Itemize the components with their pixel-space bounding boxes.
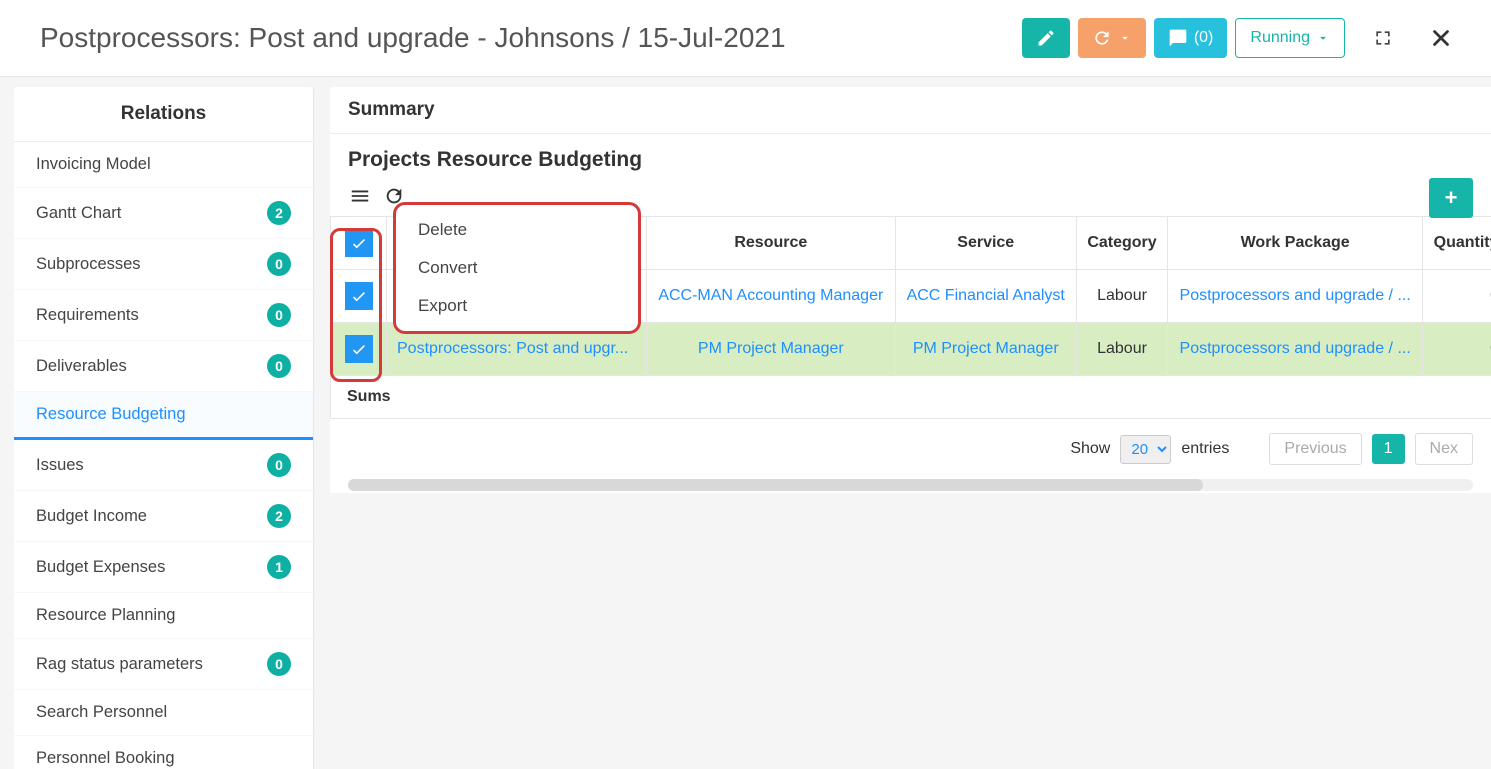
context-item-export[interactable]: Export (396, 287, 638, 325)
badge: 0 (267, 453, 291, 477)
check-icon (350, 234, 368, 252)
cell-work_package[interactable]: Postprocessors and upgrade / ... (1168, 323, 1423, 376)
col-service[interactable]: Service (895, 217, 1076, 270)
edit-button[interactable] (1022, 18, 1070, 58)
hamburger-icon (349, 185, 371, 207)
top-bar: Postprocessors: Post and upgrade - Johns… (0, 0, 1491, 77)
fullscreen-icon (1373, 28, 1393, 48)
comment-icon (1168, 28, 1188, 48)
cell-category: Labour (1076, 270, 1167, 323)
sidebar-item-label: Resource Budgeting (36, 405, 186, 424)
sidebar-item-label: Invoicing Model (36, 155, 151, 174)
sidebar-item-requirements[interactable]: Requirements 0 (14, 290, 313, 341)
sidebar-item-label: Search Personnel (36, 703, 167, 722)
page-title: Postprocessors: Post and upgrade - Johns… (40, 22, 1014, 54)
sidebar-item-label: Requirements (36, 306, 139, 325)
sidebar-item-rag-status-parameters[interactable]: Rag status parameters 0 (14, 639, 313, 690)
badge: 0 (267, 303, 291, 327)
page-size-select[interactable]: 20 (1120, 435, 1171, 464)
sidebar-item-issues[interactable]: Issues 0 (14, 440, 313, 491)
comments-button[interactable]: (0) (1154, 18, 1228, 58)
cell-service[interactable]: ACC Financial Analyst (895, 270, 1076, 323)
sidebar-item-label: Subprocesses (36, 255, 141, 274)
pager: Show 20 entries Previous 1 Nex (330, 419, 1491, 479)
close-icon (1428, 25, 1454, 51)
main-panel: Summary Projects Resource Budgeting + (314, 77, 1491, 769)
context-item-delete[interactable]: Delete (396, 211, 638, 249)
row-checkbox[interactable] (345, 335, 373, 363)
menu-button[interactable] (348, 184, 372, 208)
section-title: Projects Resource Budgeting (330, 134, 1491, 182)
add-button[interactable]: + (1429, 178, 1473, 218)
cell-category: Labour (1076, 323, 1167, 376)
badge: 2 (267, 201, 291, 225)
sidebar-item-label: Personnel Booking (36, 749, 175, 768)
row-checkbox[interactable] (345, 282, 373, 310)
sums-label: Sums (331, 376, 1491, 419)
col-quantity[interactable]: Quantity (1423, 217, 1491, 270)
badge: 0 (267, 652, 291, 676)
horizontal-scrollbar[interactable] (330, 479, 1491, 493)
cell-quantity: 0 (1423, 323, 1491, 376)
sidebar-item-budget-income[interactable]: Budget Income 2 (14, 491, 313, 542)
fullscreen-button[interactable] (1363, 18, 1403, 58)
sidebar-item-gantt-chart[interactable]: Gantt Chart 2 (14, 188, 313, 239)
plus-icon: + (1445, 185, 1458, 211)
sidebar-header: Relations (14, 87, 313, 142)
sidebar-item-resource-planning[interactable]: Resource Planning (14, 593, 313, 639)
check-icon (350, 340, 368, 358)
summary-tab[interactable]: Summary (330, 87, 1491, 134)
pager-current[interactable]: 1 (1372, 434, 1405, 464)
sidebar-item-label: Issues (36, 456, 84, 475)
sidebar-item-label: Rag status parameters (36, 655, 203, 674)
context-menu: DeleteConvertExport (393, 202, 641, 334)
cell-quantity: 0 (1423, 270, 1491, 323)
sidebar: Relations Invoicing Model Gantt Chart 2 Sub… (14, 87, 314, 769)
sidebar-item-resource-budgeting[interactable]: Resource Budgeting (14, 392, 313, 440)
cell-resource[interactable]: PM Project Manager (647, 323, 896, 376)
refresh-dropdown-button[interactable] (1078, 18, 1146, 58)
pager-previous[interactable]: Previous (1269, 433, 1361, 465)
pager-next[interactable]: Nex (1415, 433, 1473, 465)
badge: 2 (267, 504, 291, 528)
badge: 1 (267, 555, 291, 579)
comments-count: (0) (1194, 29, 1214, 47)
sidebar-item-label: Resource Planning (36, 606, 175, 625)
refresh-icon (1092, 28, 1112, 48)
status-label: Running (1250, 29, 1310, 47)
col-work-package[interactable]: Work Package (1168, 217, 1423, 270)
chevron-down-icon (1118, 31, 1132, 45)
cell-service[interactable]: PM Project Manager (895, 323, 1076, 376)
sidebar-item-label: Deliverables (36, 357, 127, 376)
cell-work_package[interactable]: Postprocessors and upgrade / ... (1168, 270, 1423, 323)
badge: 0 (267, 252, 291, 276)
sidebar-item-label: Budget Expenses (36, 558, 165, 577)
chevron-down-icon (1316, 31, 1330, 45)
status-dropdown[interactable]: Running (1235, 18, 1345, 58)
sidebar-item-personnel-booking[interactable]: Personnel Booking (14, 736, 313, 769)
sidebar-item-label: Budget Income (36, 507, 147, 526)
show-label: Show (1070, 440, 1110, 458)
entries-label: entries (1181, 440, 1229, 458)
col-resource[interactable]: Resource (647, 217, 896, 270)
sidebar-item-invoicing-model[interactable]: Invoicing Model (14, 142, 313, 188)
cell-resource[interactable]: ACC-MAN Accounting Manager (647, 270, 896, 323)
close-button[interactable] (1421, 18, 1461, 58)
sidebar-item-subprocesses[interactable]: Subprocesses 0 (14, 239, 313, 290)
sidebar-item-search-personnel[interactable]: Search Personnel (14, 690, 313, 736)
context-item-convert[interactable]: Convert (396, 249, 638, 287)
sidebar-item-label: Gantt Chart (36, 204, 121, 223)
sidebar-item-deliverables[interactable]: Deliverables 0 (14, 341, 313, 392)
check-icon (350, 287, 368, 305)
select-all-checkbox[interactable] (345, 229, 373, 257)
col-category[interactable]: Category (1076, 217, 1167, 270)
pencil-icon (1036, 28, 1056, 48)
sidebar-item-budget-expenses[interactable]: Budget Expenses 1 (14, 542, 313, 593)
badge: 0 (267, 354, 291, 378)
col-checkbox (331, 217, 387, 270)
